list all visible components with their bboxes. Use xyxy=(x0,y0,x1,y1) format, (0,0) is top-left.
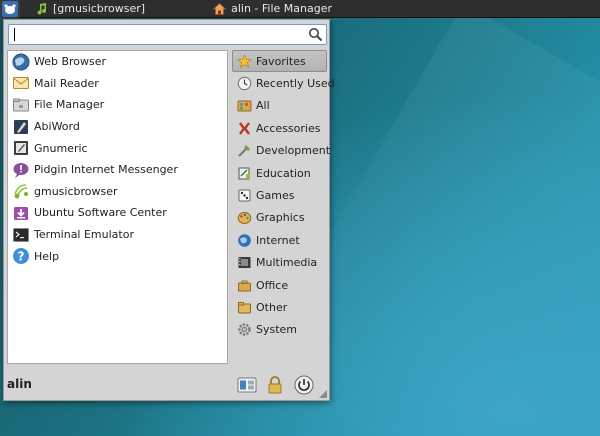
taskbar-item-label: alin - File Manager xyxy=(231,2,333,15)
category-system[interactable]: System xyxy=(232,319,327,341)
power-button[interactable] xyxy=(293,374,315,396)
category-label: System xyxy=(256,323,298,337)
search-input[interactable] xyxy=(9,25,305,44)
lock-button[interactable] xyxy=(264,374,286,396)
list-item-label: File Manager xyxy=(34,98,105,112)
list-item-mail-reader[interactable]: Mail Reader xyxy=(8,73,227,95)
system-icon xyxy=(238,323,251,337)
list-item-label: Pidgin Internet Messenger xyxy=(34,163,178,177)
category-list: Favorites Recently Used All Accessories … xyxy=(232,50,335,341)
settings-button[interactable] xyxy=(236,374,258,396)
category-label: Development xyxy=(256,144,331,158)
pidgin-icon xyxy=(13,162,29,178)
category-accessories[interactable]: Accessories xyxy=(232,117,327,139)
xfce-mouse-icon xyxy=(2,0,18,17)
category-recently-used[interactable]: Recently Used xyxy=(232,72,335,94)
top-panel: [gmusicbrowser] alin - File Manager xyxy=(0,0,600,18)
settings-icon xyxy=(237,377,257,393)
category-label: Education xyxy=(256,166,311,180)
category-label: Recently Used xyxy=(256,77,335,91)
category-label: Favorites xyxy=(256,54,306,68)
list-item-web-browser[interactable]: Web Browser xyxy=(8,51,227,73)
category-development[interactable]: Development xyxy=(232,140,331,162)
gnumeric-icon xyxy=(14,141,28,156)
category-multimedia[interactable]: Multimedia xyxy=(232,252,327,274)
internet-icon xyxy=(238,234,251,247)
star-icon xyxy=(237,53,252,68)
education-icon xyxy=(238,167,250,180)
category-office[interactable]: Office xyxy=(232,274,327,296)
resize-grip-icon[interactable] xyxy=(319,390,327,398)
application-menu: Web Browser Mail Reader File Manager Abi… xyxy=(3,19,335,401)
category-all[interactable]: All xyxy=(232,95,327,117)
list-item-help[interactable]: ? Help xyxy=(8,245,227,267)
music-note-icon xyxy=(14,184,28,199)
web-browser-icon xyxy=(12,53,30,71)
list-item-software-center[interactable]: Ubuntu Software Center xyxy=(8,202,227,224)
category-other[interactable]: Other xyxy=(232,296,327,318)
lock-icon xyxy=(268,376,282,394)
search-icon[interactable] xyxy=(308,27,323,42)
menu-footer: alin xyxy=(4,370,329,400)
text-cursor xyxy=(14,28,15,41)
category-games[interactable]: Games xyxy=(232,184,327,206)
list-item-label: Ubuntu Software Center xyxy=(34,206,167,220)
search-box[interactable] xyxy=(8,24,327,45)
list-item-label: Terminal Emulator xyxy=(34,228,134,242)
list-item-abiword[interactable]: AbiWord xyxy=(8,116,227,138)
list-item-label: Mail Reader xyxy=(34,76,99,90)
category-label: Games xyxy=(256,189,295,203)
other-icon xyxy=(238,301,251,314)
list-item-file-manager[interactable]: File Manager xyxy=(8,94,227,116)
category-label: Other xyxy=(256,300,288,314)
whisker-menu-button[interactable] xyxy=(0,0,20,18)
category-education[interactable]: Education xyxy=(232,162,327,184)
category-label: Graphics xyxy=(256,211,305,225)
graphics-icon xyxy=(237,212,252,225)
games-icon xyxy=(238,189,251,202)
multimedia-icon xyxy=(238,257,251,269)
help-icon: ? xyxy=(13,248,29,265)
home-folder-icon xyxy=(213,2,227,15)
office-icon xyxy=(238,280,251,292)
category-internet[interactable]: Internet xyxy=(232,229,327,251)
taskbar-item-file-manager[interactable]: alin - File Manager xyxy=(207,0,338,18)
category-label: Multimedia xyxy=(256,256,318,270)
development-icon xyxy=(238,145,250,158)
category-label: Internet xyxy=(256,233,300,247)
music-note-icon xyxy=(37,2,47,15)
list-item-label: gmusicbrowser xyxy=(34,184,118,198)
category-graphics[interactable]: Graphics xyxy=(232,207,327,229)
abiword-icon xyxy=(14,119,28,134)
username-label: alin xyxy=(7,377,32,391)
category-favorites[interactable]: Favorites xyxy=(232,50,327,73)
power-icon xyxy=(294,375,314,395)
list-item-terminal-emulator[interactable]: Terminal Emulator xyxy=(8,224,227,246)
mail-icon xyxy=(13,77,29,90)
list-item-label: Web Browser xyxy=(34,55,107,69)
list-item-gnumeric[interactable]: Gnumeric xyxy=(8,137,227,159)
category-label: All xyxy=(256,99,270,113)
all-apps-icon xyxy=(237,100,252,112)
list-item-label: Help xyxy=(34,249,60,263)
list-item-label: Gnumeric xyxy=(34,141,88,155)
svg-text:?: ? xyxy=(18,250,25,264)
category-label: Office xyxy=(256,278,289,292)
list-item-pidgin[interactable]: Pidgin Internet Messenger xyxy=(8,159,227,181)
taskbar-item-label: [gmusicbrowser] xyxy=(53,2,146,15)
clock-icon xyxy=(237,76,252,91)
list-item-gmusicbrowser[interactable]: gmusicbrowser xyxy=(8,181,227,203)
favorites-list: Web Browser Mail Reader File Manager Abi… xyxy=(7,50,228,364)
category-label: Accessories xyxy=(256,121,321,135)
list-item-label: AbiWord xyxy=(34,120,80,134)
software-center-icon xyxy=(14,206,28,220)
terminal-icon xyxy=(13,227,29,242)
accessories-icon xyxy=(239,122,250,135)
file-manager-icon xyxy=(13,98,29,112)
taskbar-item-gmusicbrowser[interactable]: [gmusicbrowser] xyxy=(30,0,151,18)
